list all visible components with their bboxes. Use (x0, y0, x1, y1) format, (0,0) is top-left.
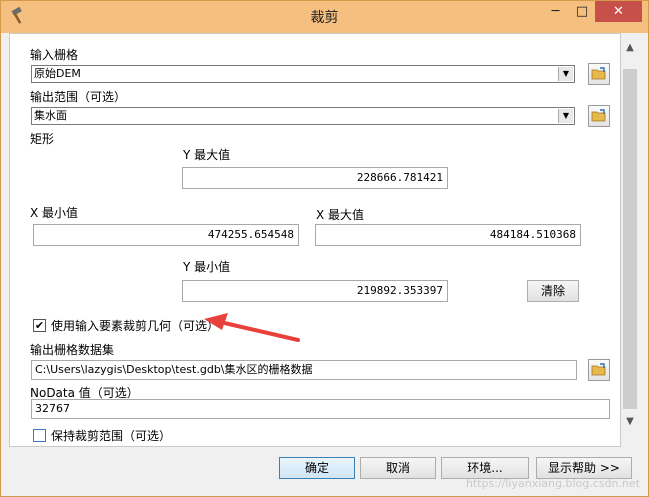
output-extent-browse-button[interactable] (588, 105, 610, 127)
y-min-input[interactable]: 219892.353397 (182, 280, 448, 302)
x-max-label: X 最大值 (316, 208, 365, 222)
annotation-arrow-icon (204, 313, 300, 342)
nodata-input[interactable]: 32767 (31, 399, 610, 419)
vertical-scrollbar[interactable]: ▲ ▼ (621, 33, 639, 447)
folder-icon (591, 363, 606, 376)
output-extent-value: 集水面 (34, 109, 67, 122)
y-max-label: Y 最大值 (183, 148, 231, 162)
folder-icon (591, 67, 606, 80)
input-raster-value: 原始DEM (34, 67, 81, 80)
show-help-button[interactable]: 显示帮助 >> (536, 457, 632, 479)
y-min-label: Y 最小值 (183, 260, 231, 274)
input-raster-browse-button[interactable] (588, 63, 610, 85)
ok-button[interactable]: 确定 (279, 457, 355, 479)
folder-icon (591, 109, 606, 122)
output-extent-label: 输出范围（可选） (30, 90, 127, 104)
x-max-input[interactable]: 484184.510368 (315, 224, 581, 246)
dropdown-arrow-icon[interactable]: ▼ (558, 109, 573, 123)
output-raster-browse-button[interactable] (588, 359, 610, 381)
environments-button[interactable]: 环境... (441, 457, 529, 479)
x-min-input[interactable]: 474255.654548 (33, 224, 299, 246)
scroll-up-icon[interactable]: ▲ (621, 39, 639, 57)
maximize-button[interactable]: □ (569, 1, 595, 22)
output-raster-input[interactable]: C:\Users\lazygis\Desktop\test.gdb\集水区的栅格… (31, 360, 577, 380)
dropdown-arrow-icon[interactable]: ▼ (558, 67, 573, 81)
y-max-input[interactable]: 228666.781421 (182, 167, 448, 189)
input-raster-select[interactable]: 原始DEM ▼ (31, 65, 575, 83)
parameters-panel: 输入栅格 原始DEM ▼ 输出范围（可选） 集水面 ▼ 矩形 Y 最大值 228… (9, 33, 621, 447)
output-raster-label: 输出栅格数据集 (30, 343, 115, 357)
use-geometry-label: 使用输入要素裁剪几何（可选） (51, 319, 220, 333)
scrollbar-thumb[interactable] (623, 69, 637, 409)
use-geometry-checkbox[interactable]: ✔ (33, 319, 46, 332)
close-button[interactable]: ✕ (595, 1, 642, 22)
title-bar[interactable]: 裁剪 ─ □ ✕ (1, 1, 648, 33)
output-extent-select[interactable]: 集水面 ▼ (31, 107, 575, 125)
x-min-label: X 最小值 (30, 206, 79, 220)
scroll-down-icon[interactable]: ▼ (621, 413, 639, 431)
watermark-text: https://liyanxiang.blog.csdn.net (465, 477, 640, 490)
keep-extent-label: 保持裁剪范围（可选） (51, 429, 172, 443)
clear-button[interactable]: 清除 (527, 280, 579, 302)
clip-dialog: 裁剪 ─ □ ✕ 输入栅格 原始DEM ▼ 输出范围（可选） 集水面 ▼ 矩形 … (0, 0, 649, 497)
input-raster-label: 输入栅格 (30, 48, 79, 62)
rectangle-label: 矩形 (30, 132, 55, 146)
keep-extent-checkbox[interactable] (33, 429, 46, 442)
minimize-button[interactable]: ─ (542, 1, 569, 22)
cancel-button[interactable]: 取消 (360, 457, 436, 479)
